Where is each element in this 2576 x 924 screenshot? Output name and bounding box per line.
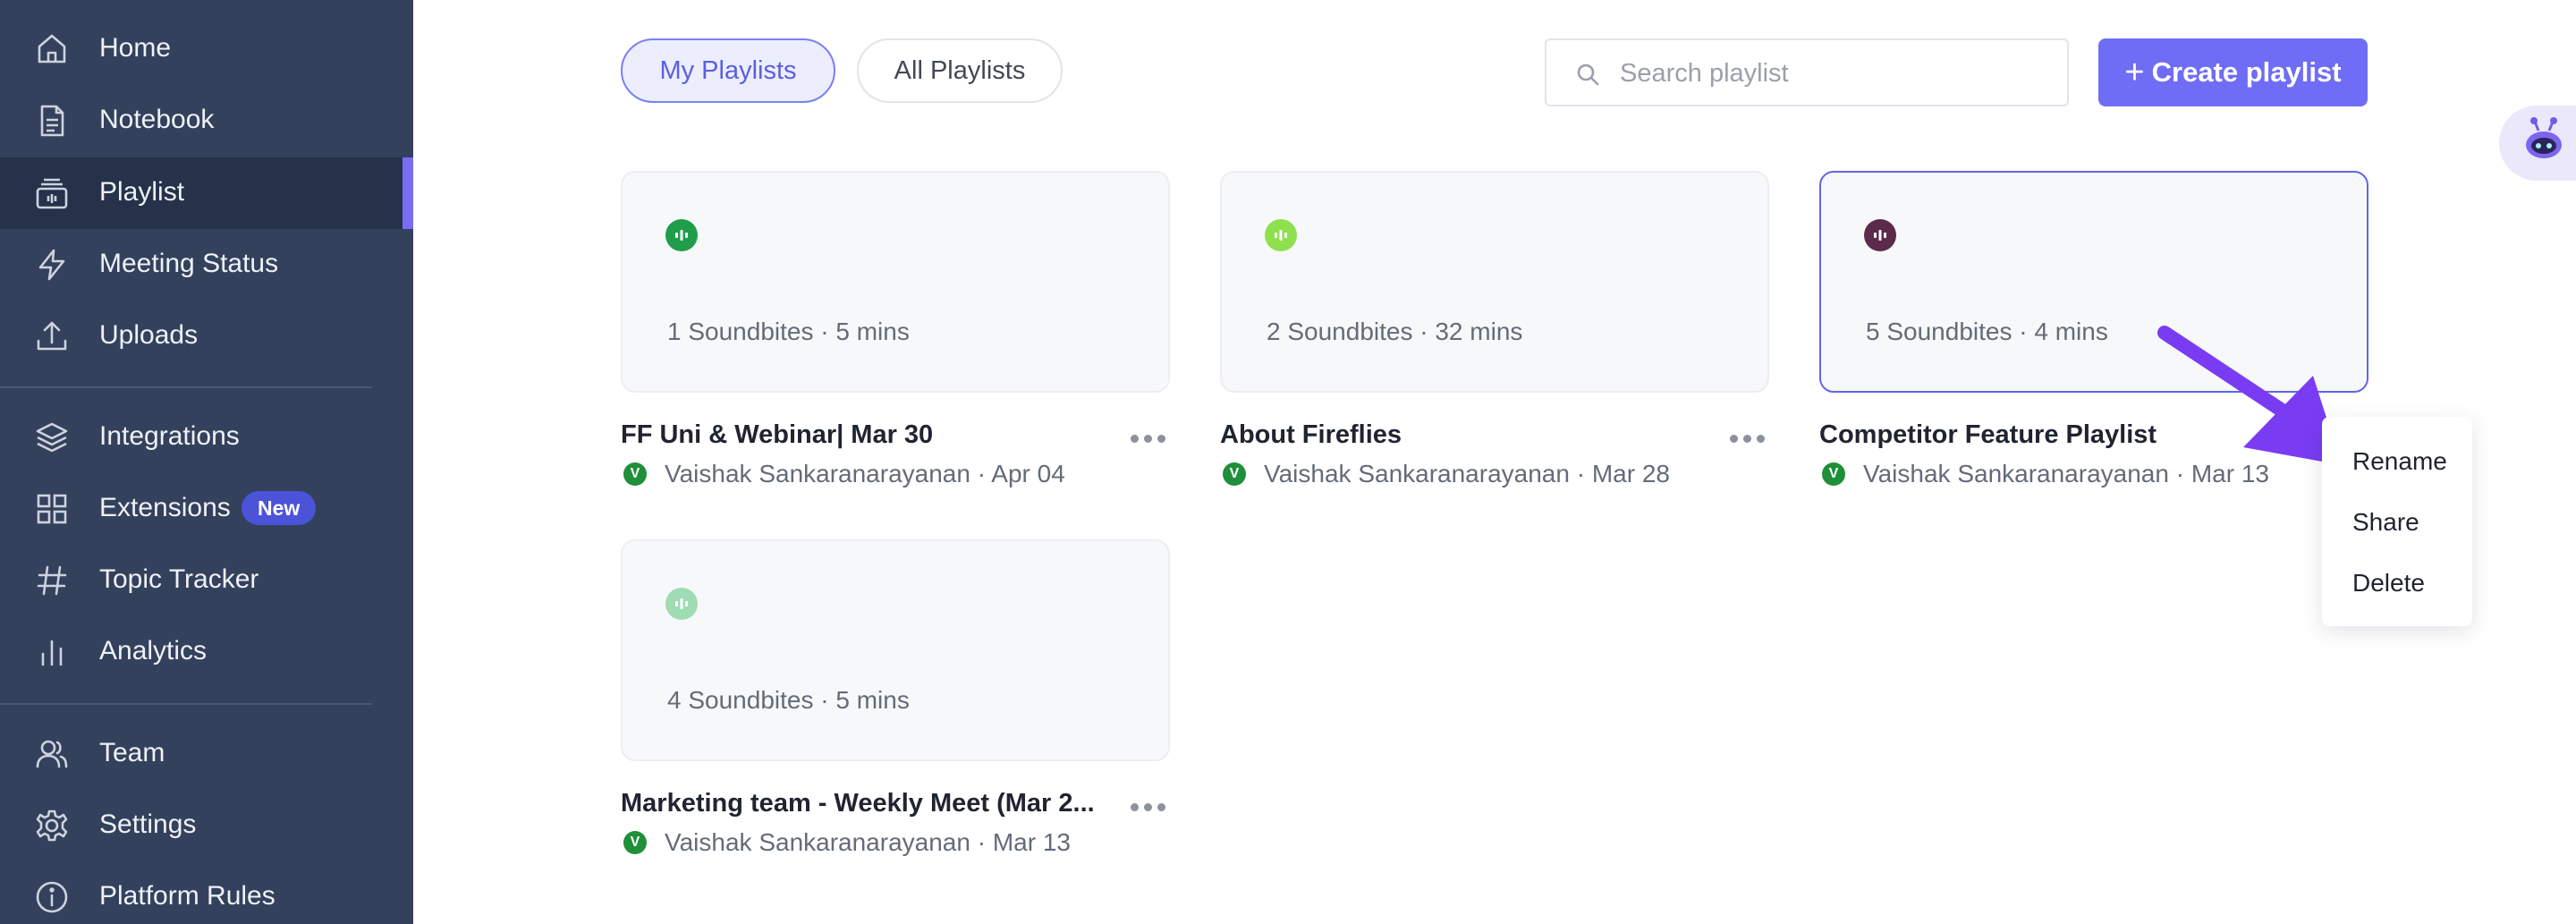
create-playlist-label: Create playlist <box>2151 56 2342 88</box>
menu-item-share[interactable]: Share <box>2352 508 2419 537</box>
sidebar-divider <box>0 703 372 705</box>
sidebar-item-home[interactable]: Home <box>0 13 413 85</box>
soundbite-icon <box>665 588 698 620</box>
owner-label: Vaishak Sankaranarayanan · Mar 13 <box>665 828 1071 856</box>
sidebar-item-playlist[interactable]: Playlist <box>0 157 413 229</box>
lightning-icon <box>34 247 70 283</box>
home-icon <box>34 31 70 67</box>
upload-icon <box>34 318 70 354</box>
playlist-title[interactable]: About Fireflies <box>1220 420 1721 450</box>
gear-icon <box>34 808 70 843</box>
more-options-icon[interactable] <box>1129 798 1168 816</box>
playlist-title[interactable]: FF Uni & Webinar| Mar 30 <box>621 420 1122 450</box>
owner-label: Vaishak Sankaranarayanan · Apr 04 <box>665 460 1065 487</box>
search-box[interactable] <box>1545 38 2069 106</box>
sidebar-divider <box>0 386 372 388</box>
avatar: V <box>1822 462 1845 486</box>
sidebar-item-extensions[interactable]: Extensions New <box>0 473 413 545</box>
sidebar-item-label: Uploads <box>99 320 199 350</box>
playlist-title[interactable]: Marketing team - Weekly Meet (Mar 2... <box>621 789 1122 818</box>
sidebar-item-meeting-status[interactable]: Meeting Status <box>0 229 413 301</box>
sidebar-item-topic-tracker[interactable]: Topic Tracker <box>0 545 413 616</box>
sidebar-item-label: Extensions <box>99 493 231 522</box>
sidebar-item-label: Team <box>99 738 165 767</box>
playlist-card[interactable]: 1 Soundbites · 5 mins <box>621 171 1170 393</box>
sidebar-item-label: Topic Tracker <box>99 564 259 594</box>
sidebar-item-label: Platform Rules <box>99 881 275 911</box>
avatar: V <box>1223 462 1246 486</box>
sidebar-item-label: Meeting Status <box>99 249 279 278</box>
menu-item-rename[interactable]: Rename <box>2352 447 2447 476</box>
owner-label: Vaishak Sankaranarayanan · Mar 28 <box>1264 460 1670 487</box>
layers-icon <box>34 420 70 455</box>
hashtag-icon <box>34 563 70 598</box>
assistant-bot-button[interactable] <box>2499 106 2576 181</box>
sidebar: Home Notebook Playlist Meeting Status Up… <box>0 0 413 924</box>
playlist-meta: 5 Soundbites · 4 mins <box>1866 318 2108 345</box>
sidebar-item-uploads[interactable]: Uploads <box>0 301 413 372</box>
sidebar-item-analytics[interactable]: Analytics <box>0 616 413 688</box>
playlist-card[interactable]: 2 Soundbites · 32 mins <box>1220 171 1769 393</box>
more-options-icon[interactable] <box>1728 429 1767 447</box>
playlist-meta: 2 Soundbites · 32 mins <box>1267 318 1523 345</box>
sidebar-item-settings[interactable]: Settings <box>0 790 413 861</box>
playlist-owner: V Vaishak Sankaranarayanan · Mar 13 <box>623 828 1071 857</box>
sidebar-item-integrations[interactable]: Integrations <box>0 402 413 473</box>
playlist-icon <box>34 175 70 211</box>
search-input[interactable] <box>1620 53 2049 94</box>
sidebar-item-team[interactable]: Team <box>0 718 413 790</box>
sidebar-item-platform-rules[interactable]: Platform Rules <box>0 861 413 924</box>
team-icon <box>34 736 70 772</box>
sidebar-item-label: Notebook <box>99 105 215 134</box>
playlist-meta: 1 Soundbites · 5 mins <box>667 318 910 345</box>
soundbite-icon <box>1864 219 1896 251</box>
soundbite-icon <box>1265 219 1297 251</box>
context-menu: Rename Share Delete <box>2322 417 2472 626</box>
sidebar-item-label: Settings <box>99 810 197 839</box>
sidebar-item-label: Playlist <box>99 177 185 207</box>
sidebar-item-label: Integrations <box>99 421 240 451</box>
plus-icon: + <box>2124 54 2145 91</box>
avatar: V <box>623 462 647 486</box>
create-playlist-button[interactable]: + Create playlist <box>2098 38 2368 106</box>
tab-my-playlists[interactable]: My Playlists <box>621 38 835 103</box>
search-icon <box>1575 62 1600 87</box>
info-icon <box>34 879 70 915</box>
soundbite-icon <box>665 219 698 251</box>
grid-icon <box>34 491 70 527</box>
bar-chart-icon <box>34 634 70 670</box>
menu-item-delete[interactable]: Delete <box>2352 569 2425 598</box>
new-badge: New <box>242 491 317 525</box>
robot-icon <box>2526 117 2562 158</box>
avatar: V <box>623 831 647 854</box>
notebook-icon <box>34 103 70 139</box>
playlist-card[interactable]: 4 Soundbites · 5 mins <box>621 539 1170 761</box>
playlist-owner: V Vaishak Sankaranarayanan · Mar 28 <box>1223 460 1670 488</box>
playlist-meta: 4 Soundbites · 5 mins <box>667 686 910 714</box>
sidebar-item-label: Analytics <box>99 636 208 665</box>
sidebar-item-label: Home <box>99 33 172 63</box>
playlist-owner: V Vaishak Sankaranarayanan · Apr 04 <box>623 460 1065 488</box>
more-options-icon[interactable] <box>1129 429 1168 447</box>
tab-all-playlists[interactable]: All Playlists <box>857 38 1063 103</box>
sidebar-item-notebook[interactable]: Notebook <box>0 85 413 157</box>
